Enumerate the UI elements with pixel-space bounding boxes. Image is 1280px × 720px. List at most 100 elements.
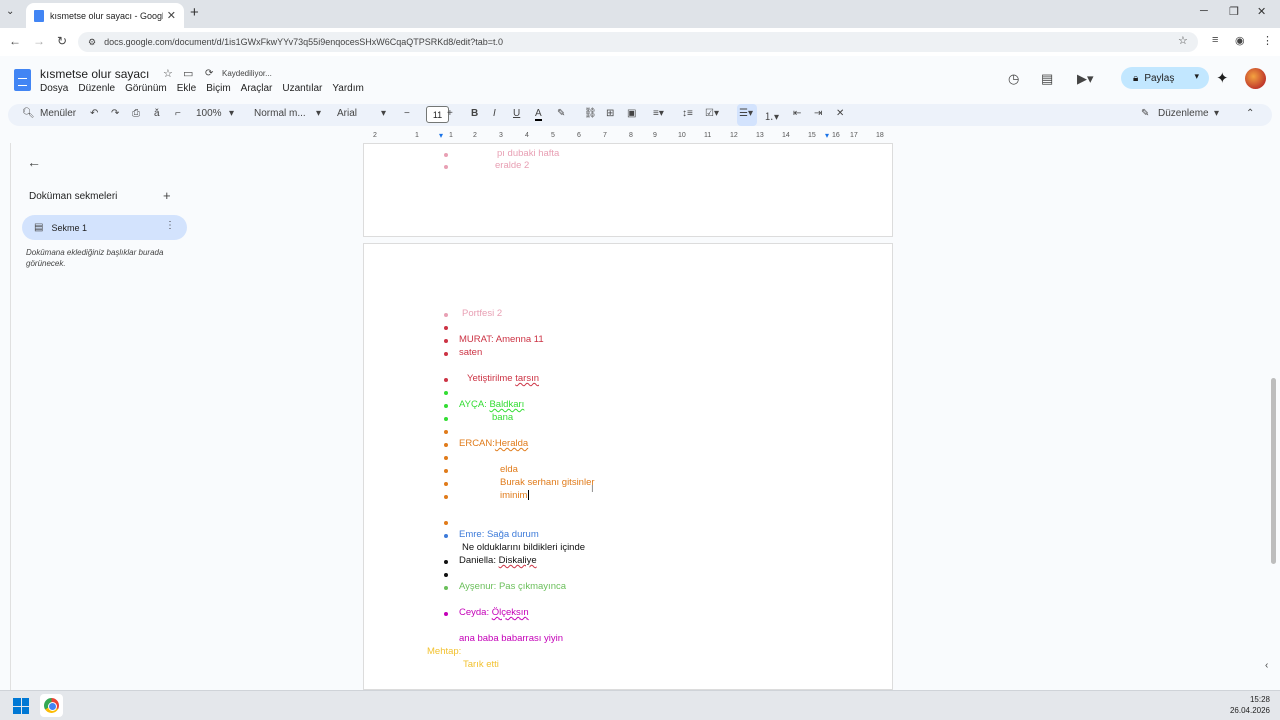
increase-font-icon[interactable]: + bbox=[447, 108, 453, 119]
document-title[interactable]: kısmetse olur sayacı bbox=[40, 67, 149, 81]
system-clock[interactable]: 15:28 26.04.2026 bbox=[1230, 694, 1270, 716]
bulleted-list-icon[interactable]: ☰▾ bbox=[739, 108, 753, 119]
style-dropdown-icon[interactable]: ▾ bbox=[316, 108, 321, 119]
reload-icon[interactable]: ↻ bbox=[57, 34, 67, 48]
tab-search-icon[interactable]: ⌄ bbox=[6, 6, 14, 17]
align-icon[interactable]: ≡▾ bbox=[653, 108, 664, 119]
document-page-1[interactable]: pı dubaki hafta eralde 2 bbox=[363, 143, 893, 237]
bullet bbox=[444, 430, 448, 434]
vertical-scrollbar[interactable] bbox=[1271, 378, 1276, 564]
font-dropdown-icon[interactable]: ▾ bbox=[381, 108, 386, 119]
undo-icon[interactable]: ↶ bbox=[90, 108, 98, 119]
misspelled-word[interactable]: Baldkarı bbox=[489, 399, 524, 410]
move-folder-icon[interactable]: ▭ bbox=[183, 67, 193, 80]
sidebar-item-tab-1[interactable]: ▤ Sekme 1 ⋮ bbox=[22, 215, 187, 240]
minimize-icon[interactable]: ─ bbox=[1200, 5, 1208, 17]
link-icon[interactable]: ⛓ bbox=[584, 108, 597, 119]
vertical-ruler[interactable] bbox=[0, 143, 11, 690]
text-line: MURAT: Amenna 11 bbox=[459, 334, 544, 345]
checklist-icon[interactable]: ☑▾ bbox=[705, 108, 719, 119]
menu-format[interactable]: Biçim bbox=[206, 83, 230, 94]
text-color-icon[interactable]: A bbox=[535, 108, 542, 121]
meet-icon[interactable]: ▶▾ bbox=[1077, 71, 1094, 87]
browser-menu-icon[interactable]: ⋮ bbox=[1262, 34, 1273, 47]
back-icon[interactable]: ← bbox=[9, 34, 21, 48]
bold-icon[interactable]: B bbox=[471, 108, 478, 119]
misspelled-word[interactable]: Diskaliye bbox=[499, 555, 537, 566]
gemini-icon[interactable]: ✦ bbox=[1216, 69, 1229, 87]
font-size-input[interactable]: 11 bbox=[426, 106, 449, 123]
address-bar[interactable]: ⚙ docs.google.com/document/d/1is1GWxFkwY… bbox=[78, 32, 1198, 52]
add-tab-icon[interactable]: + bbox=[163, 188, 171, 203]
add-comment-icon[interactable]: ⊞ bbox=[606, 108, 614, 119]
bullet bbox=[444, 573, 448, 577]
bookmark-star-icon[interactable]: ☆ bbox=[1178, 34, 1188, 47]
star-icon[interactable]: ☆ bbox=[163, 67, 173, 80]
menu-view[interactable]: Görünüm bbox=[125, 83, 167, 94]
share-dropdown-icon[interactable]: ▾ bbox=[1194, 71, 1199, 82]
style-select[interactable]: Normal m... bbox=[254, 108, 306, 119]
edit-pencil-icon[interactable]: ✎ bbox=[1141, 108, 1149, 119]
redo-icon[interactable]: ↷ bbox=[111, 108, 119, 119]
ruler-tick: 2 bbox=[373, 132, 377, 139]
restore-icon[interactable]: ❐ bbox=[1229, 5, 1239, 18]
decrease-font-icon[interactable]: − bbox=[404, 108, 410, 119]
outline-hint: Dokümana eklediğiniz başlıklar burada gö… bbox=[26, 248, 164, 268]
version-history-icon[interactable]: ◷ bbox=[1008, 71, 1019, 87]
italic-icon[interactable]: I bbox=[493, 108, 496, 119]
close-window-icon[interactable]: ✕ bbox=[1257, 5, 1266, 18]
menu-tools[interactable]: Araçlar bbox=[241, 83, 273, 94]
zoom-dropdown-icon[interactable]: ▾ bbox=[229, 108, 234, 119]
share-button[interactable]: 🔒︎ Paylaş ▾ bbox=[1121, 67, 1209, 89]
mode-dropdown-icon[interactable]: ▾ bbox=[1214, 108, 1219, 119]
clear-formatting-icon[interactable]: ✕ bbox=[836, 108, 844, 119]
close-tab-icon[interactable]: ✕ bbox=[167, 9, 176, 22]
mode-select[interactable]: Düzenleme bbox=[1158, 108, 1209, 119]
docs-home-icon[interactable] bbox=[14, 69, 31, 91]
more-options-icon[interactable]: ⋮ bbox=[165, 220, 175, 231]
collapse-menus-icon[interactable]: ⌃ bbox=[1246, 108, 1254, 119]
increase-indent-icon[interactable]: ⇥ bbox=[814, 108, 822, 119]
misspelled-word[interactable]: tarsın bbox=[515, 373, 539, 384]
menu-file[interactable]: Dosya bbox=[40, 83, 68, 94]
chrome-taskbar-icon[interactable] bbox=[40, 694, 63, 717]
misspelled-word[interactable]: Ölçeksın bbox=[492, 607, 529, 618]
browser-tab[interactable]: kısmetse olur sayacı - Google D ✕ bbox=[26, 3, 184, 28]
profile-icon[interactable]: ◉ bbox=[1235, 34, 1245, 47]
bullet bbox=[444, 352, 448, 356]
sync-icon: ⟳ bbox=[205, 68, 214, 79]
menu-insert[interactable]: Ekle bbox=[177, 83, 196, 94]
underline-icon[interactable]: U bbox=[513, 108, 520, 119]
menu-edit[interactable]: Düzenle bbox=[78, 83, 115, 94]
windows-start-icon[interactable] bbox=[13, 698, 29, 714]
indent-marker-icon[interactable]: ▾ bbox=[439, 131, 443, 140]
decrease-indent-icon[interactable]: ⇤ bbox=[793, 108, 801, 119]
forward-icon[interactable]: → bbox=[33, 34, 45, 48]
line-spacing-icon[interactable]: ↕≡ bbox=[682, 108, 693, 119]
zoom-select[interactable]: 100% bbox=[196, 108, 222, 119]
search-menus-icon[interactable]: 🔍︎ bbox=[22, 108, 35, 119]
site-info-icon[interactable]: ⚙ bbox=[88, 37, 96, 48]
spellcheck-icon[interactable]: ǎ bbox=[154, 108, 160, 119]
paint-format-icon[interactable]: ⌐ bbox=[175, 108, 181, 119]
print-icon[interactable]: ⎙ bbox=[132, 108, 140, 119]
menus-search-label[interactable]: Menüler bbox=[40, 108, 76, 119]
misspelled-word[interactable]: Heralda bbox=[495, 438, 528, 449]
highlight-icon[interactable]: ✎ bbox=[557, 108, 565, 119]
media-icon[interactable]: ≡ bbox=[1212, 34, 1218, 46]
text-line: ana baba babarrası yiyin bbox=[459, 633, 564, 644]
avatar[interactable] bbox=[1245, 68, 1266, 89]
new-tab-icon[interactable]: + bbox=[190, 4, 199, 21]
bullet bbox=[444, 443, 448, 447]
comments-icon[interactable]: ▤ bbox=[1041, 71, 1053, 87]
right-indent-marker-icon[interactable]: ▾ bbox=[825, 131, 829, 140]
horizontal-ruler[interactable]: 2 1 1 2 3 4 5 6 7 8 9 10 11 12 13 14 15 … bbox=[363, 131, 893, 143]
hide-outline-icon[interactable]: ← bbox=[27, 154, 41, 170]
side-panel-toggle-icon[interactable]: ‹ bbox=[1265, 660, 1268, 671]
document-page-2[interactable]: Portfesi 2 MURAT: Amenna 11 saten Yetişt… bbox=[363, 243, 893, 690]
menu-help[interactable]: Yardım bbox=[332, 83, 364, 94]
font-select[interactable]: Arial bbox=[337, 108, 357, 119]
insert-image-icon[interactable]: ▣ bbox=[627, 108, 636, 119]
numbered-list-icon[interactable]: ⒈▾ bbox=[764, 108, 779, 123]
menu-extensions[interactable]: Uzantılar bbox=[282, 83, 322, 94]
